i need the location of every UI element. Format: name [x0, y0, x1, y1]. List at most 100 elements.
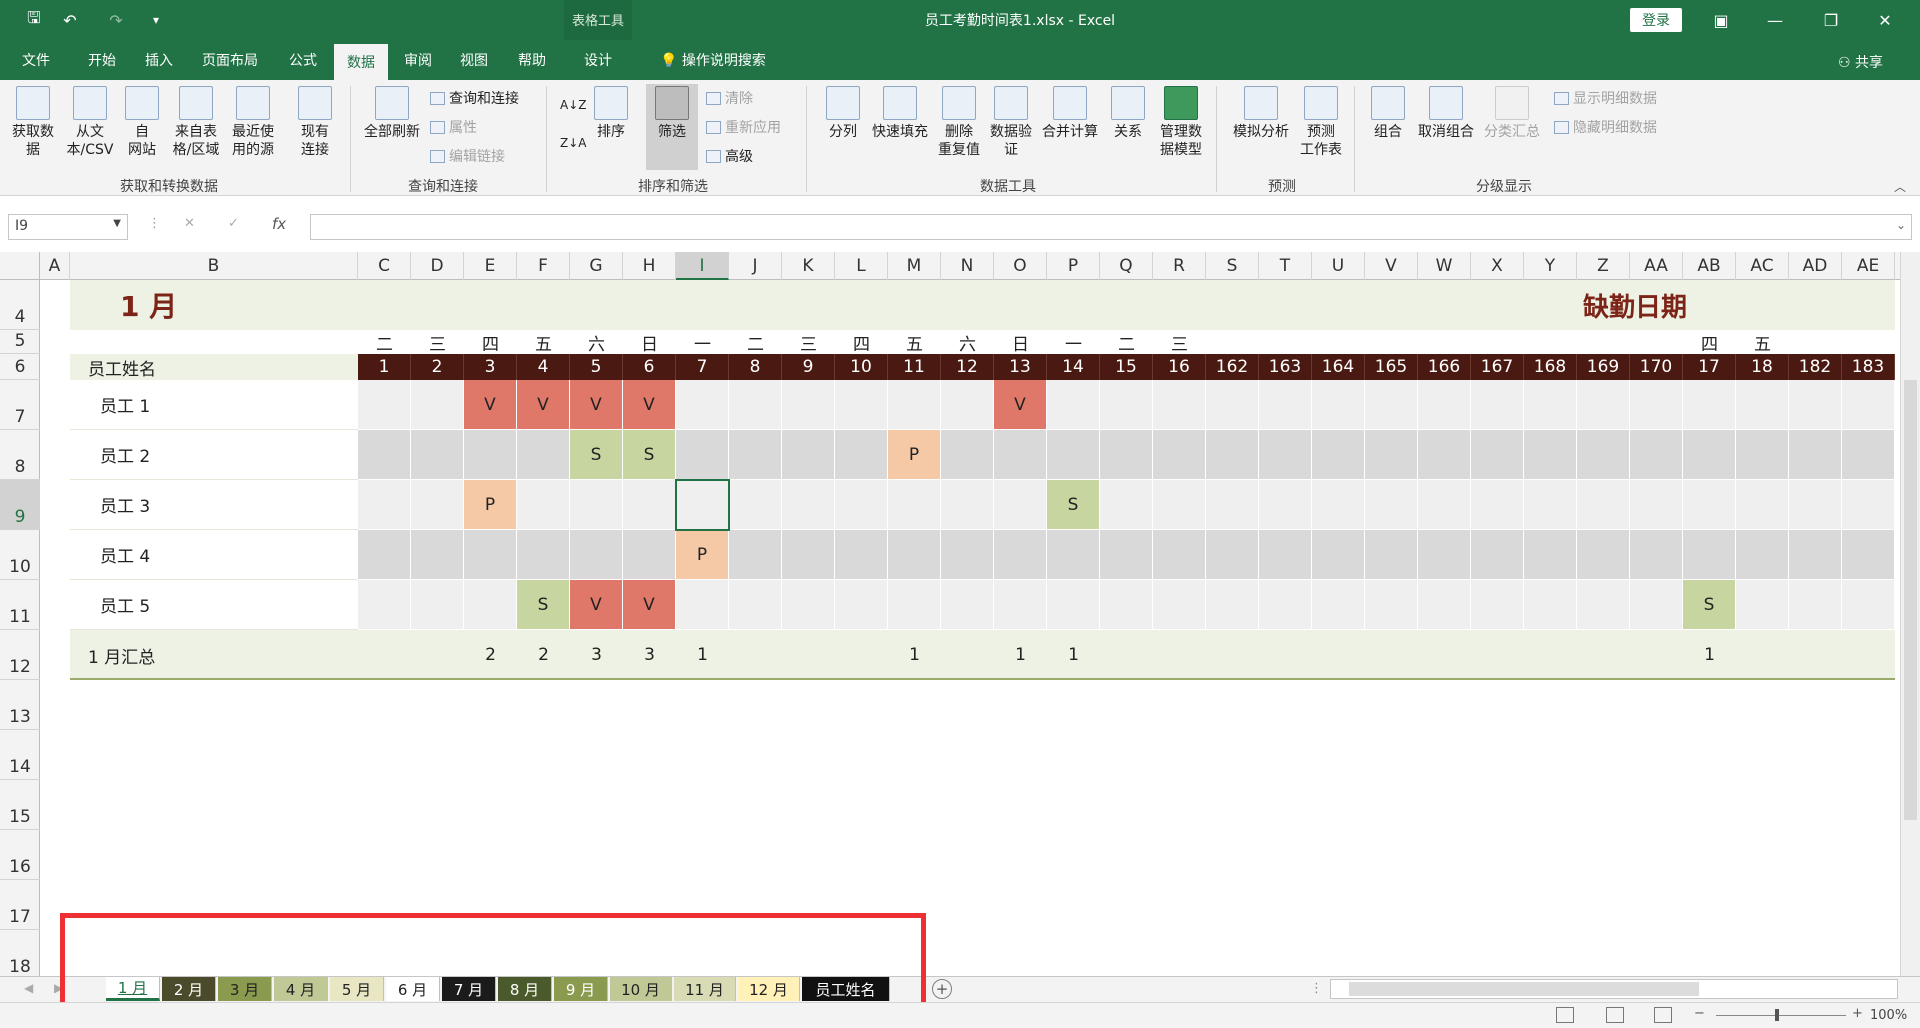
row-header[interactable]: 17: [0, 880, 40, 930]
edit-links-button[interactable]: 编辑链接: [430, 146, 505, 166]
day-header-cell[interactable]: 167: [1471, 354, 1524, 380]
attendance-cell[interactable]: V: [517, 380, 570, 430]
weekday-cell[interactable]: 五: [517, 330, 570, 355]
flash-fill-button[interactable]: 快速填充: [868, 86, 932, 141]
weekday-cell[interactable]: 一: [676, 330, 729, 355]
attendance-cell[interactable]: [517, 530, 570, 580]
attendance-cell[interactable]: [1630, 580, 1683, 630]
column-header[interactable]: C: [358, 252, 411, 280]
remove-duplicates-button[interactable]: 删除 重复值: [934, 86, 984, 159]
weekday-cell[interactable]: 三: [782, 330, 835, 355]
attendance-cell[interactable]: [1789, 530, 1842, 580]
column-header[interactable]: W: [1418, 252, 1471, 280]
column-header[interactable]: B: [70, 252, 358, 280]
active-cell-selection[interactable]: [675, 479, 730, 531]
day-header-cell[interactable]: 162: [1206, 354, 1259, 380]
clear-filter-button[interactable]: 清除: [706, 88, 753, 108]
attendance-cell[interactable]: [941, 480, 994, 530]
attendance-cell[interactable]: P: [464, 480, 517, 530]
row-header[interactable]: 18: [0, 930, 40, 976]
insert-function-icon[interactable]: fx: [272, 215, 286, 233]
refresh-all-button[interactable]: 全部刷新: [358, 86, 426, 141]
scroll-tabs-left-icon[interactable]: ◀: [24, 981, 33, 995]
attendance-cell[interactable]: [729, 380, 782, 430]
employee-name-cell[interactable]: 员工 1: [70, 380, 358, 430]
attendance-cell[interactable]: [888, 530, 941, 580]
day-header-cell[interactable]: 5: [570, 354, 623, 380]
tab-split-handle[interactable]: ⋮: [1310, 981, 1323, 996]
tab-page-layout[interactable]: 页面布局: [202, 50, 258, 70]
zoom-level[interactable]: 100%: [1870, 1008, 1907, 1023]
attendance-cell[interactable]: [1100, 530, 1153, 580]
summary-value[interactable]: 3: [570, 630, 623, 680]
page-break-view-icon[interactable]: [1654, 1007, 1672, 1023]
attendance-cell[interactable]: [676, 430, 729, 480]
attendance-cell[interactable]: [1736, 480, 1789, 530]
attendance-cell[interactable]: [1312, 430, 1365, 480]
attendance-cell[interactable]: [1471, 530, 1524, 580]
close-icon[interactable]: ✕: [1862, 0, 1908, 40]
weekday-cell[interactable]: [1418, 330, 1471, 354]
attendance-cell[interactable]: [411, 480, 464, 530]
text-to-columns-button[interactable]: 分列: [820, 86, 866, 141]
attendance-cell[interactable]: [1577, 530, 1630, 580]
row-header[interactable]: 5: [0, 330, 40, 354]
attendance-cell[interactable]: [1842, 430, 1895, 480]
attendance-cell[interactable]: [517, 430, 570, 480]
attendance-cell[interactable]: [676, 580, 729, 630]
row-header[interactable]: 14: [0, 730, 40, 780]
attendance-cell[interactable]: [1736, 580, 1789, 630]
weekday-cell[interactable]: 三: [411, 330, 464, 355]
customize-quick-access-icon[interactable]: ▾: [142, 6, 170, 34]
employee-name-cell[interactable]: 员工 5: [70, 580, 358, 630]
summary-value[interactable]: 2: [517, 630, 570, 680]
attendance-cell[interactable]: [1312, 530, 1365, 580]
day-header-cell[interactable]: 8: [729, 354, 782, 380]
forecast-sheet-button[interactable]: 预测 工作表: [1294, 86, 1348, 159]
data-model-button[interactable]: 管理数 据模型: [1154, 86, 1208, 159]
attendance-cell[interactable]: [358, 480, 411, 530]
column-header[interactable]: L: [835, 252, 888, 280]
attendance-cell[interactable]: [1047, 380, 1100, 430]
attendance-cell[interactable]: [888, 380, 941, 430]
attendance-cell[interactable]: [1047, 430, 1100, 480]
attendance-cell[interactable]: [729, 530, 782, 580]
get-data-button[interactable]: 获取数 据: [8, 86, 58, 159]
column-header[interactable]: Y: [1524, 252, 1577, 280]
attendance-cell[interactable]: [464, 530, 517, 580]
column-header[interactable]: H: [623, 252, 676, 280]
day-header-cell[interactable]: 7: [676, 354, 729, 380]
attendance-cell[interactable]: [623, 480, 676, 530]
attendance-cell[interactable]: S: [517, 580, 570, 630]
employee-name-cell[interactable]: 员工 4: [70, 530, 358, 580]
attendance-cell[interactable]: S: [570, 430, 623, 480]
weekday-cell[interactable]: 日: [623, 330, 676, 355]
attendance-cell[interactable]: S: [1683, 580, 1736, 630]
column-header[interactable]: AD: [1789, 252, 1842, 280]
day-header-cell[interactable]: 15: [1100, 354, 1153, 380]
zoom-slider-thumb[interactable]: [1775, 1009, 1779, 1021]
day-header-cell[interactable]: 10: [835, 354, 888, 380]
attendance-cell[interactable]: V: [623, 380, 676, 430]
summary-value[interactable]: 1: [1047, 630, 1100, 680]
attendance-cell[interactable]: [1471, 430, 1524, 480]
weekday-cell[interactable]: [1789, 330, 1842, 354]
attendance-cell[interactable]: [1471, 480, 1524, 530]
day-header-cell[interactable]: 17: [1683, 354, 1736, 380]
attendance-cell[interactable]: [1206, 430, 1259, 480]
attendance-cell[interactable]: [1683, 530, 1736, 580]
attendance-cell[interactable]: [835, 430, 888, 480]
attendance-cell[interactable]: [1153, 530, 1206, 580]
day-header-cell[interactable]: 11: [888, 354, 941, 380]
attendance-cell[interactable]: [1259, 380, 1312, 430]
attendance-cell[interactable]: [1577, 380, 1630, 430]
attendance-cell[interactable]: [1524, 580, 1577, 630]
attendance-cell[interactable]: [1577, 430, 1630, 480]
column-header[interactable]: AA: [1630, 252, 1683, 280]
sort-ascending-button[interactable]: A↓Z: [560, 98, 586, 112]
tab-design[interactable]: 设计: [584, 50, 612, 70]
queries-connections-button[interactable]: 查询和连接: [430, 88, 519, 108]
attendance-cell[interactable]: [941, 380, 994, 430]
summary-value[interactable]: 2: [464, 630, 517, 680]
ungroup-button[interactable]: 取消组合: [1414, 86, 1478, 141]
